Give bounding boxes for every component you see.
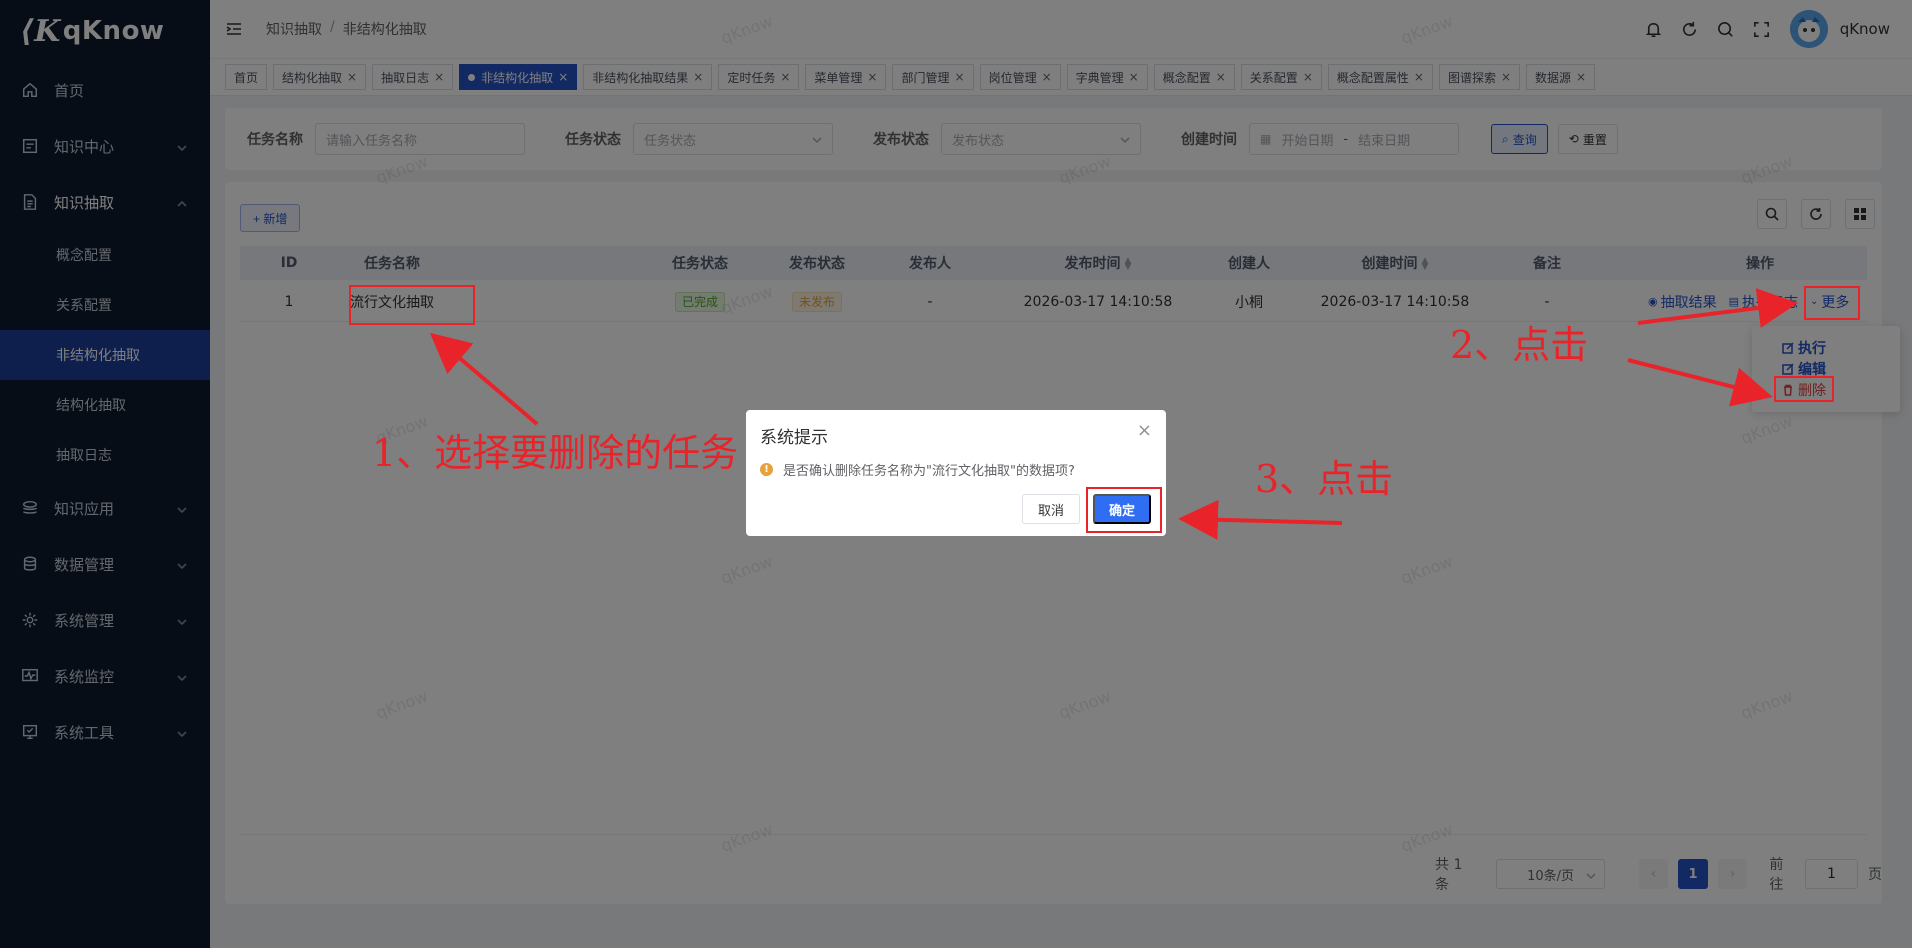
- annotation-box-confirm: [1086, 487, 1162, 533]
- dialog-title: 系统提示: [760, 428, 828, 448]
- warning-icon: !: [760, 463, 773, 476]
- annotation-box-more: [1804, 286, 1860, 320]
- annotation-step2: 2、点击: [1450, 323, 1589, 367]
- close-icon[interactable]: ×: [1137, 420, 1152, 441]
- cancel-button[interactable]: 取消: [1022, 494, 1080, 524]
- dialog-message: ! 是否确认删除任务名称为"流行文化抽取"的数据项?: [760, 460, 1075, 479]
- annotation-box-task-name: [349, 285, 475, 325]
- annotation-step3: 3、点击: [1255, 457, 1394, 501]
- dialog-message-text: 是否确认删除任务名称为"流行文化抽取"的数据项?: [783, 464, 1075, 479]
- annotation-box-delete: [1774, 376, 1834, 402]
- annotation-step1: 1、选择要删除的任务: [372, 431, 739, 475]
